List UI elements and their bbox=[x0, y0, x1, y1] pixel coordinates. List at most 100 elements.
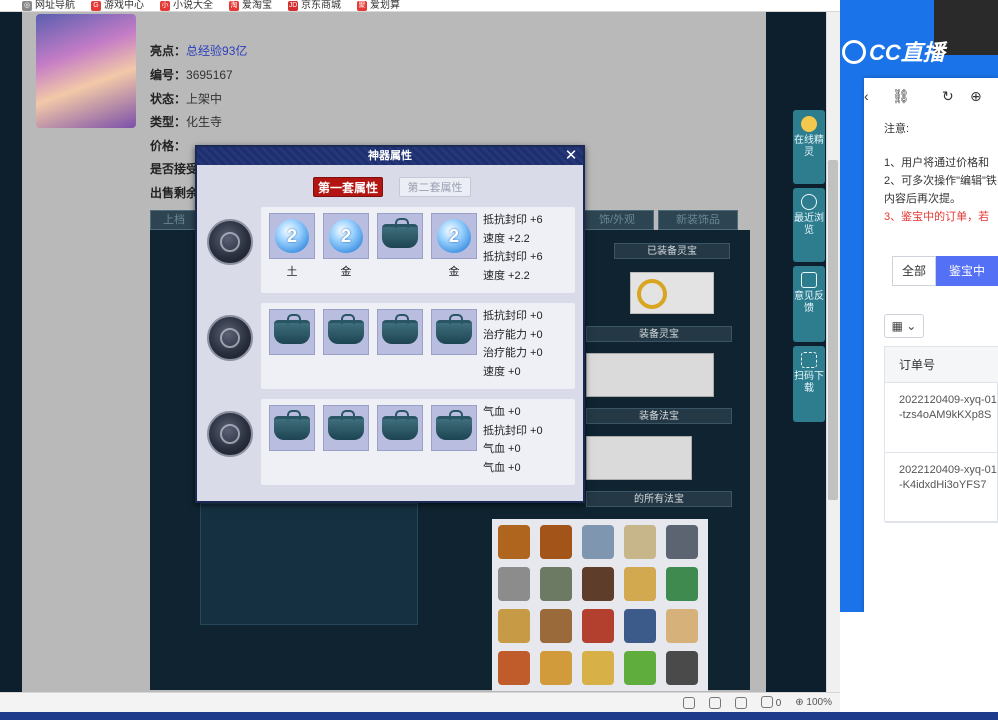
artifact-ring-icon bbox=[207, 219, 253, 265]
empty-slot[interactable] bbox=[323, 309, 369, 355]
jade-icon[interactable] bbox=[624, 651, 656, 685]
table-header: 订单号 bbox=[885, 347, 998, 383]
attribute-set-3: 气血 +0 抵抗封印 +0 气血 +0 气血 +0 bbox=[201, 399, 579, 485]
info-id: 编号：3695167 bbox=[150, 68, 233, 82]
info-highlight: 亮点：总经验93亿 bbox=[150, 44, 248, 58]
empty-slot[interactable] bbox=[377, 213, 423, 259]
lingbao-slot[interactable] bbox=[630, 272, 714, 314]
fan-icon[interactable] bbox=[666, 567, 698, 601]
empty-slot[interactable] bbox=[377, 405, 423, 451]
tab-appearance[interactable]: 饰/外观 bbox=[580, 210, 654, 230]
attribute-list: 抵抗封印 +0 治疗能力 +0 治疗能力 +0 速度 +0 bbox=[483, 307, 543, 381]
pot-icon bbox=[382, 314, 418, 344]
bookmark-jd[interactable]: JD 京东商城 bbox=[288, 0, 341, 11]
artifact-ring-icon bbox=[207, 315, 253, 361]
info-price: 价格： bbox=[150, 139, 187, 153]
bookmark-games[interactable]: G 游戏中心 bbox=[91, 0, 144, 11]
table-row[interactable]: 2022120409-xyq-01-K4idxdHi3oYFS7 bbox=[885, 453, 998, 523]
gem-icon: 2 bbox=[275, 219, 309, 253]
notice-line-2: 2、可多次操作"编辑"铁 bbox=[884, 175, 997, 187]
gem-icon: 2 bbox=[437, 219, 471, 253]
attribute-line: 速度 +2.2 bbox=[483, 232, 530, 245]
box-icon[interactable] bbox=[582, 567, 614, 601]
recent-browse-button[interactable]: 最近浏览 bbox=[793, 188, 825, 262]
empty-slot[interactable] bbox=[377, 309, 423, 355]
pot-icon bbox=[382, 218, 418, 248]
online-sprite-button[interactable]: 在线精灵 bbox=[793, 110, 825, 184]
gem-slot[interactable]: 2 bbox=[431, 213, 477, 259]
shield-icon[interactable] bbox=[682, 696, 695, 709]
bookmark-huasuan[interactable]: 聚爱划算 bbox=[357, 0, 400, 11]
bell-icon[interactable] bbox=[498, 525, 530, 559]
empty-slot[interactable] bbox=[269, 309, 315, 355]
staff-icon[interactable] bbox=[540, 651, 572, 685]
sword-icon[interactable] bbox=[540, 567, 572, 601]
badge-count[interactable]: 0 bbox=[760, 696, 781, 709]
filter-all-button[interactable]: 全部 bbox=[892, 256, 936, 286]
globe-icon: ◎ bbox=[22, 0, 32, 11]
coin-icon[interactable] bbox=[582, 651, 614, 685]
feedback-button[interactable]: 意见反馈 bbox=[793, 266, 825, 342]
attribute-line: 速度 +2.2 bbox=[483, 269, 530, 282]
gem-icon: 2 bbox=[329, 219, 363, 253]
bookmark-nav[interactable]: ◎ 网址导航 bbox=[22, 0, 75, 11]
game-icon: G bbox=[91, 0, 101, 11]
bell-icon[interactable] bbox=[540, 525, 572, 559]
column-settings-button[interactable]: ▦ ⌄ bbox=[884, 314, 924, 338]
filter-appraising-button[interactable]: 鉴宝中 bbox=[936, 256, 998, 286]
refresh-icon[interactable]: ↻ bbox=[942, 88, 954, 105]
sprite-icon bbox=[801, 116, 817, 132]
zoom-level[interactable]: ⊕ 100% bbox=[795, 697, 832, 708]
volume-icon[interactable] bbox=[708, 696, 721, 709]
dialog-title: 神器属性 bbox=[197, 147, 583, 165]
back-icon[interactable]: ‹ bbox=[864, 88, 869, 104]
bookmark-taobao[interactable]: 淘爱淘宝 bbox=[229, 0, 272, 11]
order-panel: ‹ ⛓ ↻ ⊕ 注意: 1、用户将通过价格和 2、可多次操作"编辑"铁 内容后再… bbox=[864, 78, 998, 612]
orders-table: 订单号 2022120409-xyq-01-tzs4oAM9kKXp8S 202… bbox=[884, 346, 998, 523]
character-avatar bbox=[36, 14, 136, 128]
close-icon[interactable]: ✕ bbox=[563, 148, 579, 164]
boots-icon[interactable] bbox=[666, 609, 698, 643]
right-panel-edge bbox=[840, 105, 864, 612]
mirror-icon[interactable] bbox=[624, 609, 656, 643]
empty-slot[interactable] bbox=[269, 405, 315, 451]
attribute-set-1: 2 土 2 金 2 金 抵抗封印 +6 速度 +2.2 抵抗封印 +6 速度 +… bbox=[201, 207, 579, 293]
gem-slot[interactable]: 2 bbox=[323, 213, 369, 259]
equipped-lingbao-header: 已装备灵宝 bbox=[614, 243, 730, 259]
empty-slot[interactable] bbox=[431, 405, 477, 451]
lamp-icon[interactable] bbox=[540, 609, 572, 643]
tab-second-set[interactable]: 第二套属性 bbox=[399, 177, 471, 197]
table-row[interactable]: 2022120409-xyq-01-tzs4oAM9kKXp8S bbox=[885, 383, 998, 453]
fabao-slot[interactable] bbox=[586, 436, 692, 480]
scroll-icon[interactable] bbox=[582, 525, 614, 559]
taobao-icon: 淘 bbox=[229, 0, 239, 11]
tower-icon[interactable] bbox=[498, 651, 530, 685]
empty-slot[interactable] bbox=[431, 309, 477, 355]
figure-icon[interactable] bbox=[624, 525, 656, 559]
tab-upper[interactable]: 上档 bbox=[150, 210, 198, 230]
pot-icon bbox=[274, 410, 310, 440]
scrollbar-thumb[interactable] bbox=[828, 160, 838, 500]
notice-title: 注意: bbox=[884, 123, 910, 135]
tab-first-set[interactable]: 第一套属性 bbox=[313, 177, 383, 197]
bookmark-novels[interactable]: 小小说大全 bbox=[160, 0, 213, 11]
pagoda-icon[interactable] bbox=[666, 525, 698, 559]
gem-slot[interactable]: 2 bbox=[269, 213, 315, 259]
tab-new-items[interactable]: 新装饰品 bbox=[658, 210, 738, 230]
highlight-link[interactable]: 总经验93亿 bbox=[186, 44, 247, 58]
mask-icon[interactable] bbox=[666, 651, 698, 685]
doll-icon[interactable] bbox=[582, 609, 614, 643]
lingbao-slots-2[interactable] bbox=[586, 353, 714, 397]
chain-icon[interactable] bbox=[498, 567, 530, 601]
info-accept: 是否接受 bbox=[150, 162, 199, 176]
download-icon[interactable] bbox=[734, 696, 747, 709]
attribute-line: 气血 +0 bbox=[483, 461, 521, 474]
scan-download-button[interactable]: 扫码下载 bbox=[793, 346, 825, 422]
link-icon[interactable]: ⛓ bbox=[892, 88, 910, 105]
talisman-icon[interactable] bbox=[498, 609, 530, 643]
right-panel-footer bbox=[840, 612, 998, 712]
shoes-icon[interactable] bbox=[624, 567, 656, 601]
globe-icon[interactable]: ⊕ bbox=[970, 88, 982, 105]
empty-slot[interactable] bbox=[323, 405, 369, 451]
cc-live-logo: CC直播 bbox=[842, 35, 945, 67]
